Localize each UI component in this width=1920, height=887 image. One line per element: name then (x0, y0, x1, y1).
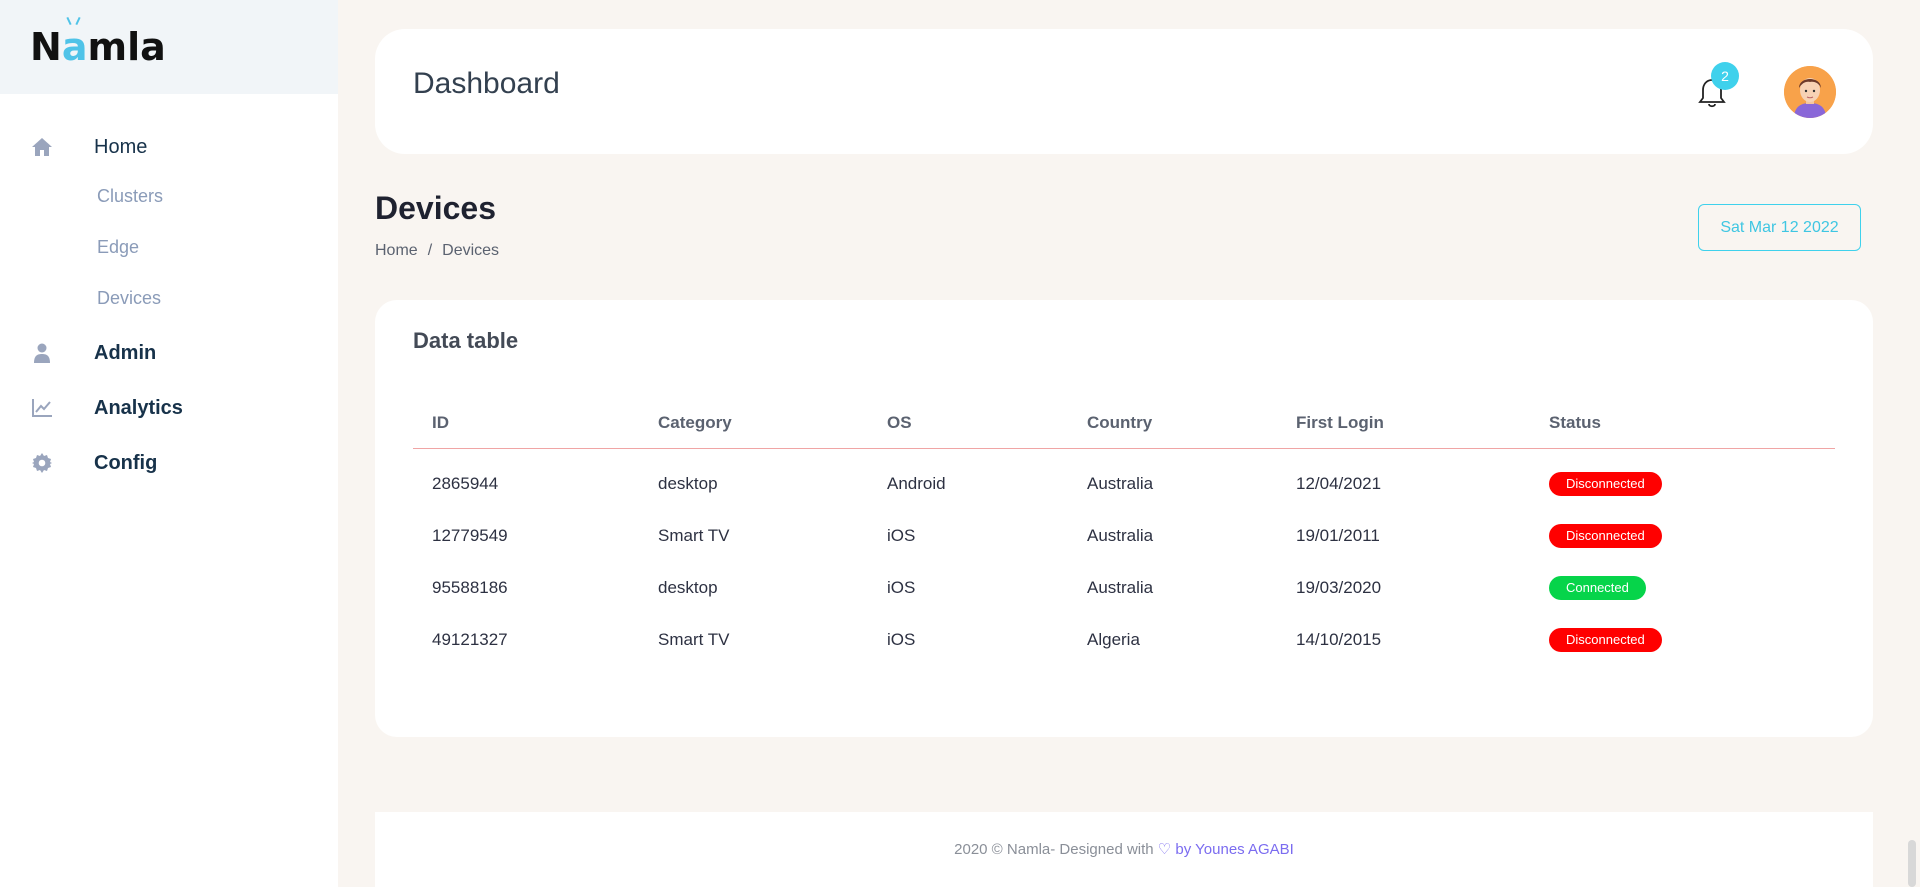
breadcrumb: Home / Devices (375, 242, 499, 260)
cell-first-login: 12/04/2021 (1296, 474, 1382, 494)
sidebar-item-label: Home (94, 135, 148, 158)
home-icon (31, 136, 53, 158)
status-badge: Disconnected (1549, 524, 1662, 548)
cell-status: Disconnected (1530, 614, 1835, 666)
cell-category: Smart TV (658, 526, 730, 545)
cell-id: 2865944 (432, 474, 499, 494)
sidebar-item-label: Config (94, 451, 158, 474)
logo-letters: mla (87, 25, 166, 69)
cell-category: desktop (658, 578, 718, 597)
home-submenu: Clusters Edge Devices (0, 171, 338, 324)
scrollbar-thumb[interactable] (1908, 840, 1916, 887)
devices-table: ID Category OS Country First Login Statu… (413, 398, 1835, 666)
breadcrumb-home-link[interactable]: Home (375, 242, 418, 260)
sidebar-item-label: Analytics (94, 396, 183, 419)
chart-line-icon (31, 397, 53, 419)
footer-author-link[interactable]: by Younes AGABI (1175, 841, 1293, 858)
column-header-os[interactable]: OS (868, 398, 1068, 449)
cell-id: 49121327 (432, 630, 508, 649)
table-row[interactable]: 12779549 Smart TV iOS Australia 19/01/2011 Di… (413, 510, 1835, 562)
data-table-card: Data table ID Category OS Country First … (375, 300, 1873, 737)
cell-os: iOS (887, 526, 916, 545)
column-header-category[interactable]: Category (639, 398, 868, 449)
logo-letter: N (30, 25, 62, 69)
cell-id: 95588186 (432, 578, 508, 597)
cell-first-login: 14/10/2015 (1296, 630, 1382, 649)
sidebar-subitem-clusters[interactable]: Clusters (0, 171, 338, 222)
sidebar-subitem-devices[interactable]: Devices (0, 273, 338, 324)
avatar[interactable] (1784, 66, 1836, 118)
status-badge: Disconnected (1549, 472, 1662, 497)
column-header-country[interactable]: Country (1068, 398, 1277, 449)
table-row[interactable]: 2865944 desktop Android Australia 12/04/2021… (413, 448, 1835, 510)
user-icon (31, 342, 53, 364)
sidebar-item-admin[interactable]: Admin (0, 336, 338, 370)
antenna-icon (66, 17, 82, 25)
cell-status: Disconnected (1530, 510, 1835, 562)
cell-country: Australia (1087, 474, 1154, 494)
status-badge: Disconnected (1549, 628, 1662, 652)
breadcrumb-current: Devices (442, 242, 500, 259)
card-title: Data table (413, 328, 519, 353)
sidebar-item-analytics[interactable]: Analytics (0, 391, 338, 425)
table-row[interactable]: 49121327 Smart TV iOS Algeria 14/10/2015 Disc… (413, 614, 1835, 666)
cell-os: iOS (887, 630, 916, 649)
cell-first-login: 19/03/2020 (1296, 578, 1382, 597)
header-title: Dashboard (413, 67, 560, 100)
namla-logo[interactable]: Namla (30, 25, 166, 69)
sidebar-item-config[interactable]: Config (0, 446, 338, 480)
breadcrumb-separator: / (427, 242, 433, 259)
status-badge: Connected (1549, 576, 1646, 600)
table-header-row: ID Category OS Country First Login Statu… (413, 398, 1835, 449)
cell-status: Disconnected (1530, 448, 1835, 510)
notification-badge: 2 (1711, 62, 1739, 90)
sidebar-nav: Home Clusters Edge Devices Admin Analyti… (0, 130, 338, 501)
logo-area: Namla (0, 0, 338, 94)
cell-country: Australia (1087, 578, 1154, 597)
page-title: Devices (375, 190, 496, 226)
column-header-id[interactable]: ID (413, 398, 639, 449)
cell-country: Australia (1087, 526, 1154, 545)
footer: 2020 © Namla- Designed with ♡ by Younes … (375, 812, 1873, 887)
cell-first-login: 19/01/2011 (1296, 526, 1380, 545)
cell-status: Connected (1530, 562, 1835, 614)
cell-id: 12779549 (432, 526, 508, 545)
column-header-first-login[interactable]: First Login (1277, 398, 1530, 449)
cell-category: Smart TV (658, 630, 730, 649)
sidebar: Namla Home Clusters Edge Devices Admin A… (0, 0, 338, 887)
top-header: Dashboard 2 (375, 29, 1873, 154)
footer-copyright: 2020 © Namla- Designed with (954, 841, 1154, 858)
sidebar-item-home[interactable]: Home (0, 130, 338, 164)
cell-country: Algeria (1087, 630, 1140, 649)
column-header-status[interactable]: Status (1530, 398, 1835, 449)
logo-accent-letter: a (62, 25, 88, 69)
cell-os: iOS (887, 578, 916, 597)
gear-icon (31, 452, 53, 474)
cell-os: Android (887, 474, 946, 494)
heart-icon: ♡ (1157, 841, 1172, 858)
cell-category: desktop (658, 474, 718, 494)
date-button[interactable]: Sat Mar 12 2022 (1698, 204, 1861, 251)
sidebar-item-label: Admin (94, 341, 157, 364)
table-row[interactable]: 95588186 desktop iOS Australia 19/03/2020 Con… (413, 562, 1835, 614)
sidebar-subitem-edge[interactable]: Edge (0, 222, 338, 273)
